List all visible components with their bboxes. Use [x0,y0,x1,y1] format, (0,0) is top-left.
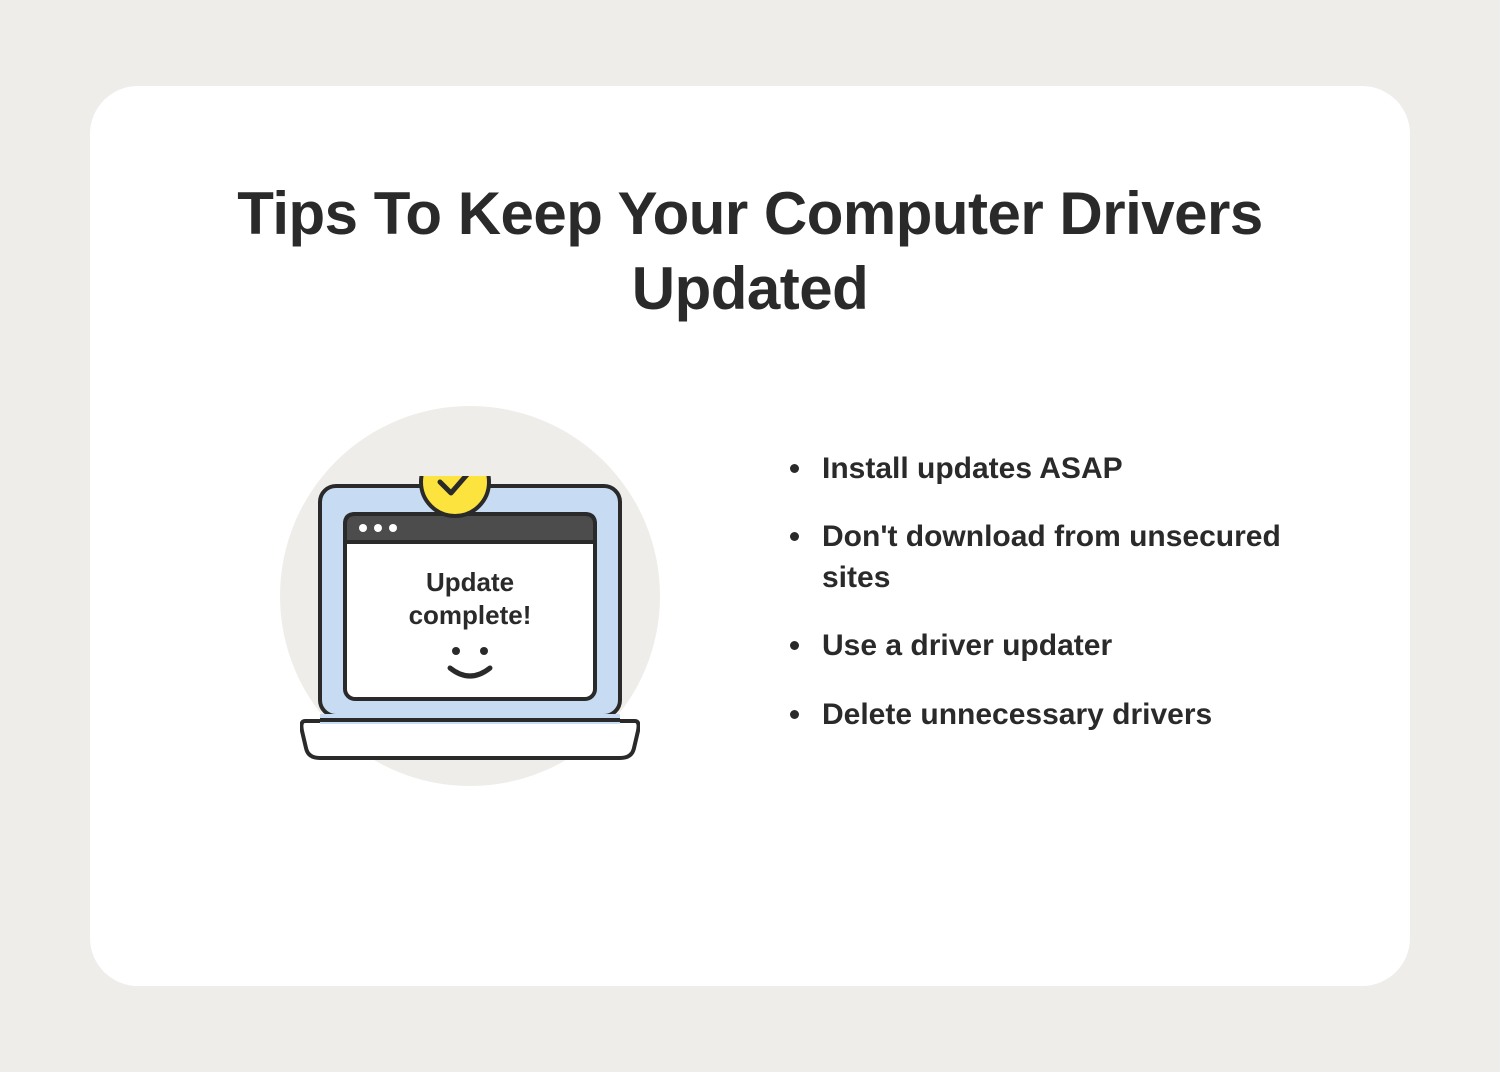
window-text-line2: complete! [409,600,532,630]
laptop-illustration: Update complete! [260,416,680,796]
info-card: Tips To Keep Your Computer Drivers Updat… [90,86,1410,986]
tips-list: Install updates ASAP Don't download from… [790,449,1310,764]
content-row: Update complete! Install updates ASAP Do… [190,416,1310,796]
window-text-line1: Update [426,567,514,597]
card-title: Tips To Keep Your Computer Drivers Updat… [190,176,1310,326]
tip-item: Don't download from unsecured sites [790,517,1310,598]
tip-item: Install updates ASAP [790,449,1310,490]
tip-item: Delete unnecessary drivers [790,695,1310,736]
tip-item: Use a driver updater [790,626,1310,667]
laptop-icon: Update complete! [300,476,640,776]
